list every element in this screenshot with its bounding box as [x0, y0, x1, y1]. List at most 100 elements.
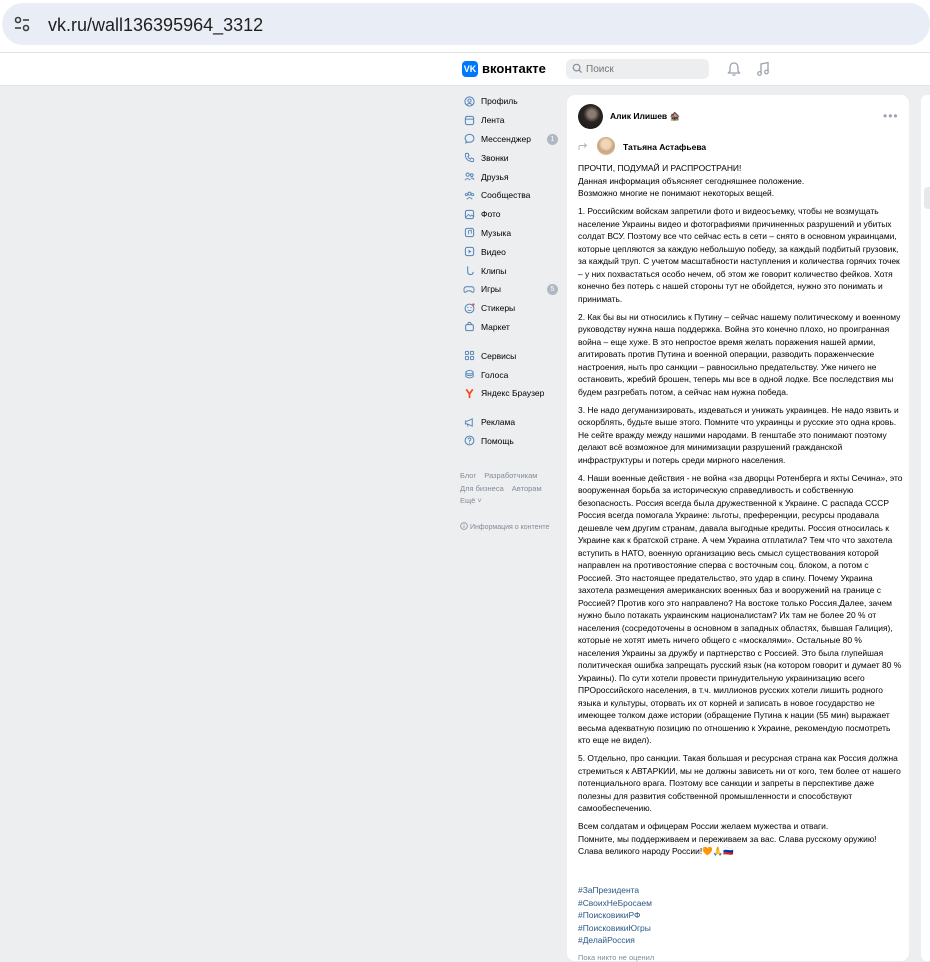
nav-label: Яндекс Браузер: [481, 388, 545, 399]
hashtag-link[interactable]: #ПоисковикиЮгры: [578, 922, 652, 935]
nav-label: Мессенджер: [481, 133, 531, 144]
footer-authors-link[interactable]: Авторам: [512, 484, 542, 493]
hashtag-link[interactable]: #ДелайРоссия: [578, 934, 652, 947]
nav-item-games[interactable]: Игры 5: [458, 280, 560, 299]
nav-item-yandex-browser[interactable]: Яндекс Браузер: [458, 384, 560, 403]
help-icon: [463, 435, 475, 447]
services-icon: [463, 350, 475, 362]
nav-label: Клипы: [481, 265, 507, 276]
nav-label: Сообщества: [481, 190, 531, 201]
nav-label: Видео: [481, 246, 506, 257]
repost-author[interactable]: Татьяна Астафьева: [623, 142, 706, 152]
content-info-label: Информация о контенте: [469, 524, 550, 531]
post-paragraph: Всем солдатам и офицерам России желаем м…: [578, 821, 877, 856]
left-nav: Профиль Лента Мессенджер 1 Звонки Друзья…: [458, 92, 560, 450]
nav-label: Музыка: [481, 227, 512, 238]
nav-item-news[interactable]: Лента: [458, 111, 560, 130]
footer-business-link[interactable]: Для бизнеса: [460, 484, 504, 493]
hashtag-link[interactable]: #СвоихНеБросаем: [578, 897, 652, 910]
footer-blog-link[interactable]: Блог: [460, 471, 476, 480]
nav-item-clips[interactable]: Клипы: [458, 261, 560, 280]
post-paragraph: ПРОЧТИ, ПОДУМАЙ И РАСПРОСТРАНИ! Данная и…: [578, 163, 805, 198]
nav-label: Голоса: [481, 369, 509, 380]
news-icon: [463, 114, 475, 126]
friends-icon: [463, 171, 475, 183]
nav-label: Профиль: [481, 96, 518, 107]
nav-footer: Блог Разработчикам Для бизнеса Авторам Ещё…: [460, 470, 550, 508]
nav-item-calls[interactable]: Звонки: [458, 148, 560, 167]
right-panel-tab[interactable]: [924, 187, 930, 209]
nav-label: Стикеры: [481, 303, 516, 314]
search-input[interactable]: [586, 59, 704, 79]
nav-divider: [458, 336, 560, 346]
nav-label: Фото: [481, 209, 501, 220]
post-paragraph: 1. Российским войскам запретили фото и в…: [578, 206, 900, 304]
profile-icon: [463, 95, 475, 107]
phone-icon: [463, 152, 475, 164]
nav-label: Звонки: [481, 152, 509, 163]
url-text[interactable]: vk.ru/wall136395964_3312: [48, 15, 263, 36]
messenger-icon: [463, 133, 475, 145]
nav-item-help[interactable]: Помощь: [458, 432, 560, 451]
nav-item-music[interactable]: Музыка: [458, 224, 560, 243]
browser-address-bar: vk.ru/wall136395964_3312: [0, 0, 930, 53]
voices-icon: [463, 369, 475, 381]
post-paragraph: 5. Отдельно, про санкции. Такая большая …: [578, 753, 901, 813]
post-paragraph: 2. Как бы вы ни относились к Путину – се…: [578, 311, 901, 397]
nav-label: Игры: [481, 284, 502, 295]
footer-more-link[interactable]: Ещё ˅: [460, 496, 482, 505]
bell-icon[interactable]: [727, 61, 741, 77]
video-icon: [463, 246, 475, 258]
nav-label: Помощь: [481, 435, 514, 446]
nav-item-photo[interactable]: Фото: [458, 205, 560, 224]
nav-item-messenger[interactable]: Мессенджер 1: [458, 130, 560, 149]
nav-item-ads[interactable]: Реклама: [458, 413, 560, 432]
hashtag-link[interactable]: #ЗаПрезидента: [578, 884, 652, 897]
vk-logo-icon[interactable]: VK: [462, 61, 478, 77]
nav-item-video[interactable]: Видео: [458, 242, 560, 261]
music-icon[interactable]: [756, 61, 770, 77]
nav-label: Сервисы: [481, 350, 517, 361]
url-pill[interactable]: vk.ru/wall136395964_3312: [2, 3, 930, 45]
search-box[interactable]: [566, 59, 709, 79]
nav-item-friends[interactable]: Друзья: [458, 167, 560, 186]
right-panel: [921, 95, 930, 961]
footer-developers-link[interactable]: Разработчикам: [484, 471, 537, 480]
games-icon: [463, 283, 475, 295]
post-paragraph: 4. Наши военные действия - не война «за …: [578, 472, 903, 746]
nav-item-stickers[interactable]: Стикеры: [458, 299, 560, 318]
stickers-icon: [463, 302, 475, 314]
yandex-icon: [463, 387, 475, 399]
post-paragraph: 3. Не надо дегуманизировать, издеваться …: [578, 404, 899, 465]
nav-item-communities[interactable]: Сообщества: [458, 186, 560, 205]
repost-icon: [578, 143, 588, 150]
content-info-link[interactable]: Информация о контенте: [460, 522, 549, 531]
nav-label: Друзья: [481, 171, 509, 182]
post-text: ПРОЧТИ, ПОДУМАЙ И РАСПРОСТРАНИ! Данная и…: [578, 162, 903, 863]
ads-icon: [463, 416, 475, 428]
vk-logo-text[interactable]: вконтакте: [482, 61, 546, 76]
info-icon: [460, 522, 468, 530]
search-icon: [572, 63, 583, 74]
nav-item-profile[interactable]: Профиль: [458, 92, 560, 111]
nav-label: Маркет: [481, 321, 510, 332]
repost-avatar[interactable]: [597, 137, 615, 155]
messenger-badge: 1: [547, 133, 558, 145]
nav-item-market[interactable]: Маркет: [458, 318, 560, 337]
market-icon: [463, 321, 475, 333]
clips-icon: [463, 265, 475, 277]
tune-icon[interactable]: [12, 14, 32, 34]
nav-item-services[interactable]: Сервисы: [458, 346, 560, 365]
nav-item-voices[interactable]: Голоса: [458, 365, 560, 384]
hashtag-link[interactable]: #ПоисковикиРФ: [578, 909, 652, 922]
hashtag-list: #ЗаПрезидента #СвоихНеБросаем #Поисковик…: [578, 884, 652, 947]
vk-header: VK вконтакте: [0, 53, 930, 86]
photo-icon: [463, 208, 475, 220]
communities-icon: [463, 189, 475, 201]
post-author[interactable]: Алик Илишев 🏚️: [610, 111, 680, 122]
games-badge: 5: [547, 283, 558, 295]
music-icon: [463, 227, 475, 239]
nav-label: Лента: [481, 115, 505, 126]
avatar[interactable]: [578, 104, 603, 129]
more-options-icon[interactable]: •••: [883, 109, 899, 123]
